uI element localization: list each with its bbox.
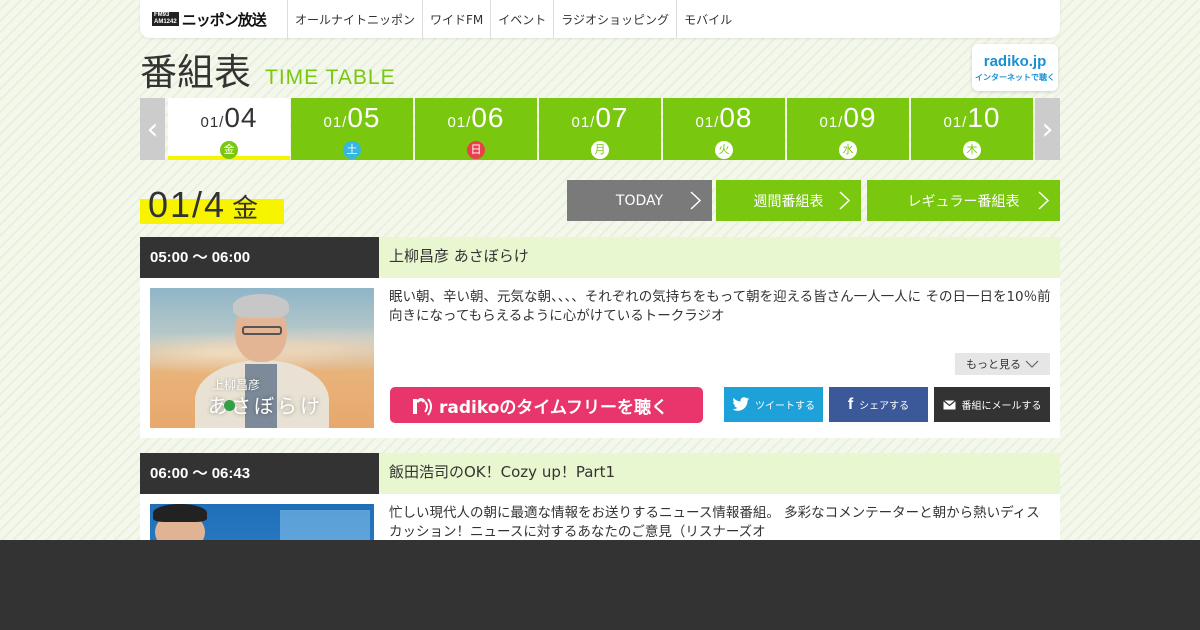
regular-schedule-label: レギュラー番組表 [907,193,1020,210]
date-day: 06 [471,102,505,133]
weekday-badge: 月 [591,141,609,159]
program-description: 眠い朝、辛い朝、元気な朝、、、、それぞれの気持ちをもって朝を迎える皆さん一人一人… [389,289,1051,324]
logo-mark-bottom: AM1242 [154,19,177,25]
date-tab-0107[interactable]: 01/07 月 [539,98,661,160]
program-title[interactable]: 飯田浩司のOK！Cozy up！Part1 [379,453,1060,494]
top-navigation: FM93 AM1242 ニッポン放送 オールナイトニッポン ワイドFM イベント… [140,0,1060,38]
weekday-badge: 土 [343,141,361,159]
date-month: 01/ [571,114,596,131]
program-thumbnail[interactable]: 上柳昌彦 あさぼらけ [150,288,374,428]
more-button[interactable]: もっと見る [955,353,1050,375]
date-day: 07 [595,102,629,133]
leaf-icon [224,400,235,411]
weekday-badge: 金 [220,141,238,159]
prev-week-arrow-icon[interactable]: ‹ [140,98,165,160]
radiko-timefree-button[interactable]: radikoのタイムフリーを聴く [390,387,703,423]
today-button[interactable]: TODAY [567,180,712,221]
more-label: もっと見る [966,358,1021,371]
date-day: 08 [719,102,753,133]
chevron-down-icon [1025,360,1039,368]
mail-program-label: 番組にメールする [961,401,1042,412]
program-title[interactable]: 上柳昌彦 あさぼらけ [379,237,1060,278]
weekday-badge: 日 [467,141,485,159]
facebook-share-label: シェアする [859,401,910,412]
date-tab-0108[interactable]: 01/08 火 [663,98,785,160]
logo-mark-top: FM93 [154,12,170,18]
date-month: 01/ [943,114,968,131]
radiko-timefree-label: radikoのタイムフリーを聴く [439,397,669,418]
page-title: 番組表 TIME TABLE [140,50,396,96]
logo-mark: FM93 AM1242 [152,12,179,26]
facebook-icon: f [847,395,854,413]
twitter-bird-icon [732,397,750,411]
current-date-heading: 01/4 金 [140,184,284,225]
chevron-right-icon [690,191,702,210]
program-time: 05:00 ～ 06:00 [140,237,379,278]
date-selector: ‹ 01/04 金 01/05 土 01/06 日 01/07 月 01/08 … [140,98,1060,160]
weekday-badge: 木 [963,141,981,159]
facebook-share-button[interactable]: f シェアする [829,387,928,422]
current-date-text: 01/4 [148,184,227,225]
date-day: 04 [224,102,258,133]
date-tab-0109[interactable]: 01/09 水 [787,98,909,160]
date-day: 10 [967,102,1001,133]
today-button-label: TODAY [615,192,664,209]
weekly-schedule-button[interactable]: 週間番組表 [716,180,861,221]
regular-schedule-button[interactable]: レギュラー番組表 [867,180,1060,221]
date-tab-0110[interactable]: 01/10 木 [911,98,1033,160]
date-day: 05 [347,102,381,133]
page-title-ja: 番組表 [140,51,251,94]
program-description: 忙しい現代人の朝に最適な情報をお送りするニュース情報番組。 多彩なコメンテーター… [389,505,1040,540]
weekly-schedule-label: 週間番組表 [753,193,824,210]
current-date-weekday: 金 [232,194,261,224]
nav-item-radio-shopping[interactable]: ラジオショッピング [554,0,678,38]
date-month: 01/ [447,114,472,131]
tweet-label: ツイートする [755,401,815,412]
chevron-right-icon [1038,191,1050,210]
radiko-badge-sub: インターネットで聴く [975,72,1055,82]
nav-item-allnightnippon[interactable]: オールナイトニッポン [288,0,424,38]
date-tab-0106[interactable]: 01/06 日 [415,98,537,160]
date-tab-0105[interactable]: 01/05 土 [291,98,413,160]
weekday-badge: 水 [839,141,857,159]
logo-text: ニッポン放送 [181,10,267,29]
next-week-arrow-icon[interactable]: › [1035,98,1060,160]
page-title-en: TIME TABLE [265,66,396,89]
date-month: 01/ [695,114,720,131]
date-day: 09 [843,102,877,133]
mail-icon [942,399,956,409]
date-month: 01/ [200,114,225,131]
mail-program-button[interactable]: 番組にメールする [934,387,1050,422]
program-block: 06:00 ～ 06:43 飯田浩司のOK！Cozy up！Part1 忙しい現… [140,453,1060,630]
nav-item-widefm[interactable]: ワイドFM [423,0,492,38]
date-tab-0104[interactable]: 01/04 金 [168,98,290,160]
chevron-right-icon [839,191,851,210]
program-time: 06:00 ～ 06:43 [140,453,379,494]
date-month: 01/ [323,114,348,131]
date-month: 01/ [819,114,844,131]
footer-overlay [0,540,1200,630]
radiko-badge-main: radiko.jp [983,52,1047,70]
nav-item-event[interactable]: イベント [491,0,555,38]
nav-item-mobile[interactable]: モバイル [677,0,739,38]
tweet-button[interactable]: ツイートする [724,387,823,422]
station-logo[interactable]: FM93 AM1242 ニッポン放送 [140,0,288,38]
weekday-badge: 火 [715,141,733,159]
program-block: 05:00 ～ 06:00 上柳昌彦 あさぼらけ 上柳昌彦 あさぼらけ 眠い朝、… [140,237,1060,438]
radiko-badge-link[interactable]: radiko.jp インターネットで聴く [972,44,1058,91]
radiko-icon [413,398,432,416]
